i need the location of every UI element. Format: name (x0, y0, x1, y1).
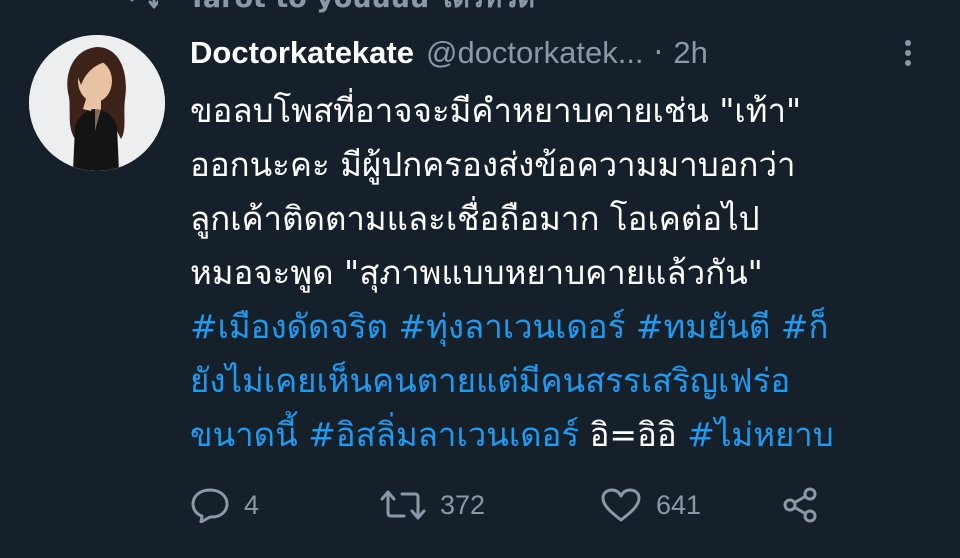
tweet-text-segment: ลูกเค้าติดตามและเชื่อถือมาก โอเคต่อไป (190, 199, 760, 238)
user-handle[interactable]: @doctorkatek... (426, 35, 644, 71)
tweet-text-line: ออกนะคะ มีผู้ปกครองส่งข้อความมาบอกว่า (190, 138, 950, 192)
reply-icon (190, 487, 230, 523)
tweet-text-line: ลูกเค้าติดตามและเชื่อถือมาก โอเคต่อไป (190, 192, 950, 246)
tweet-text-line: #เมืองดัดจริต #ทุ่งลาเวนเดอร์ #ทมยันตี #… (190, 300, 950, 354)
like-button[interactable]: 641 (600, 487, 780, 523)
tweet-text-segment: อิ=อิอิ (589, 415, 688, 454)
tweet-text-line: ขนาดนี้ #อิสลิ่มลาเวนเดอร์ อิ=อิอิ #ไม่ห… (190, 408, 950, 462)
like-count: 641 (656, 489, 702, 520)
hashtag-link[interactable]: ขนาดนี้ #อิสลิ่มลาเวนเดอร์ (190, 415, 590, 454)
tweet-text-segment: ออกนะคะ มีผู้ปกครองส่งข้อความมาบอกว่า (190, 145, 796, 184)
separator-dot: · (653, 35, 664, 71)
tweet-text-line: ยังไม่เคยเห็นคนตายแต่มีคนสรรเสริญเฟร่อ (190, 354, 950, 408)
avatar[interactable] (29, 35, 165, 171)
hashtag-link[interactable]: #ไม่หยาบ (687, 415, 834, 454)
share-icon (780, 487, 820, 523)
like-icon (600, 487, 642, 523)
hashtag-link[interactable]: ยังไม่เคยเห็นคนตายแต่มีคนสรรเสริญเฟร่อ (190, 361, 790, 400)
tweet-text-segment: หมอจะพูด "สุภาพแบบหยาบคายแล้วกัน" (190, 253, 763, 292)
retweet-context: Tarot to youuuu ได้รีทวีต (128, 0, 535, 14)
tweet-timestamp[interactable]: 2h (673, 35, 707, 71)
retweet-icon (380, 487, 426, 523)
display-name[interactable]: Doctorkatekate (190, 35, 414, 71)
tweet-text-line: ขอลบโพสที่อาจจะมีคำหยาบคายเช่น "เท้า" (190, 84, 950, 138)
retweet-count: 372 (440, 489, 486, 520)
reply-count: 4 (244, 489, 260, 520)
hashtag-link[interactable]: #เมืองดัดจริต #ทุ่งลาเวนเดอร์ #ทมยันตี #… (190, 307, 828, 346)
tweet-text: ขอลบโพสที่อาจจะมีคำหยาบคายเช่น "เท้า" ออก… (190, 84, 950, 462)
retweet-button[interactable]: 372 (380, 487, 600, 523)
tweet-text-segment: ขอลบโพสที่อาจจะมีคำหยาบคายเช่น "เท้า" (190, 91, 802, 130)
tweet-actions: 4 372 641 (190, 483, 830, 527)
tweet-text-line: หมอจะพูด "สุภาพแบบหยาบคายแล้วกัน" (190, 246, 950, 300)
more-icon[interactable] (896, 38, 920, 68)
reply-button[interactable]: 4 (190, 487, 380, 523)
share-button[interactable] (780, 487, 820, 523)
retweet-context-icon (128, 0, 158, 10)
tweet-header: Doctorkatekate @doctorkatek... · 2h (190, 30, 940, 76)
retweet-context-label[interactable]: Tarot to youuuu ได้รีทวีต (188, 0, 535, 19)
